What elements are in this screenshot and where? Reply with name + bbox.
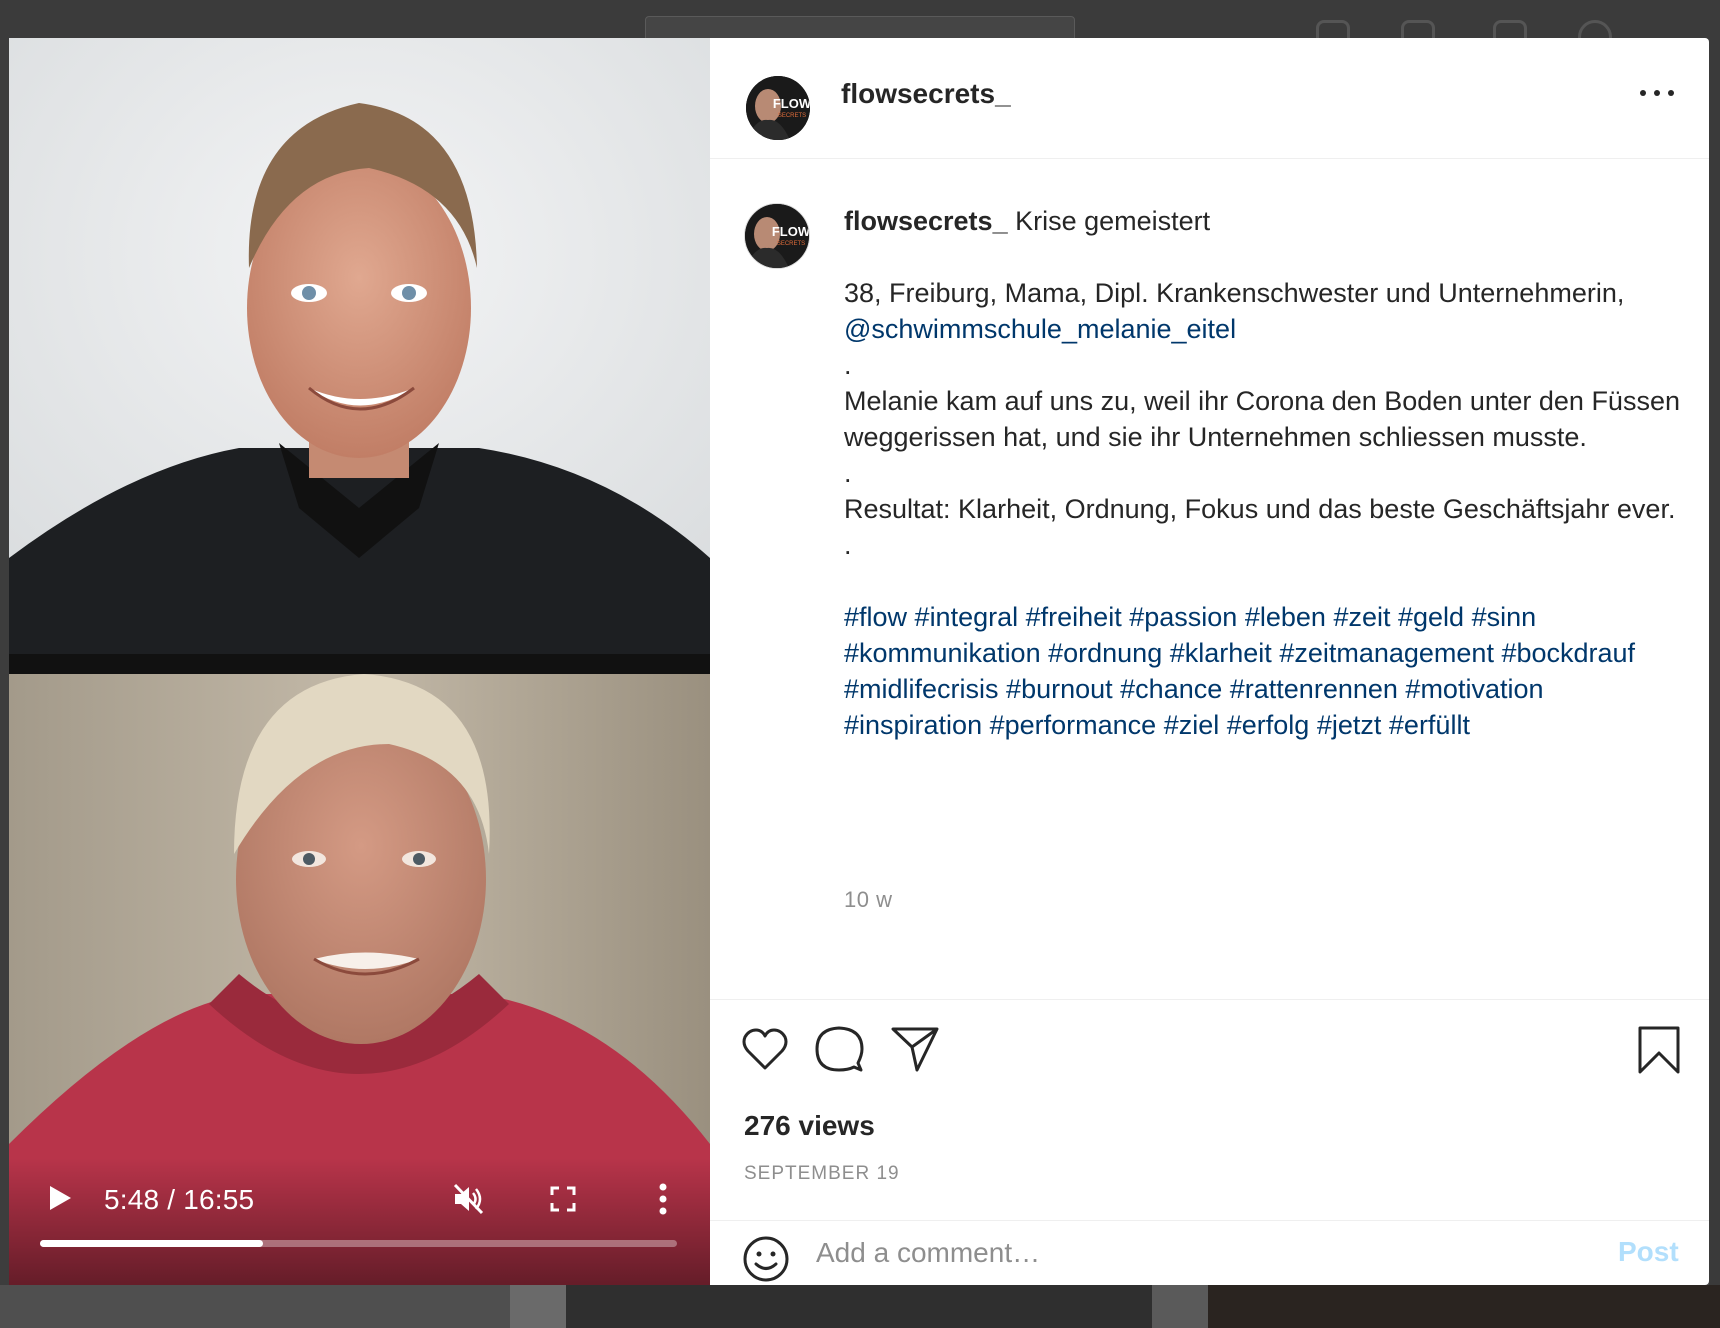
view-count[interactable]: 276 views [744, 1110, 875, 1142]
background-thumbnail [1152, 1285, 1208, 1328]
muted-speaker-icon[interactable] [451, 1182, 485, 1216]
video-progress-fill [40, 1240, 263, 1247]
hashtag-link[interactable]: #rattenrennen [1230, 674, 1398, 704]
hashtag-link[interactable]: #geld [1398, 602, 1464, 632]
hashtag-link[interactable]: #midlifecrisis [844, 674, 999, 704]
background-left-strip [0, 40, 9, 1285]
fullscreen-icon[interactable] [550, 1186, 576, 1212]
hashtag-link[interactable]: #leben [1245, 602, 1326, 632]
background-thumbnail [0, 1285, 510, 1328]
post-date: SEPTEMBER 19 [744, 1163, 900, 1184]
background-thumbnail [1208, 1285, 1720, 1328]
comment-input[interactable] [814, 1231, 1508, 1275]
caption-time-ago[interactable]: 10 w [844, 887, 892, 913]
post-details-panel: FLOW SECRETS flowsecrets_ FLOW SECRETS f… [710, 38, 1709, 1285]
caption-separator: . [844, 350, 852, 380]
post-actions: 276 views SEPTEMBER 19 Post [710, 999, 1709, 1286]
caption-separator: . [844, 530, 852, 560]
more-options-icon[interactable] [1640, 86, 1674, 100]
hashtag-link[interactable]: #zeitmanagement [1279, 638, 1494, 668]
post-comment-button[interactable]: Post [1618, 1236, 1679, 1268]
caption-separator: . [844, 458, 852, 488]
caption-text: flowsecrets_ Krise gemeistert 38, Freibu… [844, 203, 1684, 743]
hashtag-link[interactable]: #ziel [1164, 710, 1220, 740]
hashtag-link[interactable]: #bockdrauf [1501, 638, 1635, 668]
hashtag-link[interactable]: #kommunikation [844, 638, 1041, 668]
avatar-logo-text: FLOW [772, 224, 809, 239]
background-right-strip [1709, 40, 1720, 1285]
caption-mention-link[interactable]: @schwimmschule_melanie_eitel [844, 311, 1684, 347]
hashtag-link[interactable]: #inspiration [844, 710, 982, 740]
avatar[interactable]: FLOW SECRETS [744, 203, 810, 269]
hashtag-link[interactable]: #freiheit [1026, 602, 1122, 632]
bookmark-icon[interactable] [1637, 1025, 1681, 1080]
hashtag-link[interactable]: #sinn [1472, 602, 1537, 632]
hashtag-link[interactable]: #burnout [1006, 674, 1113, 704]
video-time: 5:48 / 16:55 [104, 1184, 255, 1215]
video-player[interactable]: 5:48 / 16:55 [9, 38, 710, 1285]
avatar[interactable]: FLOW SECRETS [746, 76, 810, 140]
hashtag-link[interactable]: #performance [990, 710, 1157, 740]
hashtag-link[interactable]: #erfolg [1227, 710, 1310, 740]
emoji-icon[interactable] [742, 1235, 790, 1283]
hashtag-link[interactable]: #erfüllt [1389, 710, 1470, 740]
hashtag-link[interactable]: #klarheit [1170, 638, 1272, 668]
hashtag-link[interactable]: #zeit [1333, 602, 1390, 632]
post-caption: FLOW SECRETS flowsecrets_ Krise gemeiste… [710, 159, 1709, 999]
hashtag-link[interactable]: #jetzt [1317, 710, 1382, 740]
hashtag-link[interactable]: #flow [844, 602, 907, 632]
caption-hashtags: #flow #integral #freiheit #passion #lebe… [844, 599, 1684, 743]
comment-icon[interactable] [814, 1025, 864, 1078]
post-author-username[interactable]: flowsecrets_ [841, 78, 1011, 110]
hashtag-link[interactable]: #passion [1129, 602, 1237, 632]
post-modal: 5:48 / 16:55 FLOW SECRETS flowsecrets_ F… [9, 38, 1709, 1285]
background-thumbnail [566, 1285, 1152, 1328]
play-icon[interactable] [47, 1185, 73, 1211]
video-controls: 5:48 / 16:55 [9, 1158, 710, 1285]
host-portrait [9, 38, 710, 654]
heart-icon[interactable] [741, 1027, 789, 1076]
avatar-logo-text: FLOW [773, 96, 810, 111]
hashtag-link[interactable]: #integral [915, 602, 1019, 632]
avatar-logo-subtext: SECRETS [778, 113, 806, 119]
caption-line: 38, Freiburg, Mama, Dipl. Krankenschwest… [844, 278, 1625, 308]
comment-bar: Post [710, 1220, 1709, 1287]
caption-paragraph: Resultat: Klarheit, Ordnung, Fokus und d… [844, 494, 1676, 524]
share-icon[interactable] [890, 1026, 940, 1077]
background-thumbnail [510, 1285, 566, 1328]
vertical-dots-icon[interactable] [657, 1182, 669, 1216]
video-frame-host [9, 38, 710, 654]
post-header: FLOW SECRETS flowsecrets_ [710, 38, 1709, 159]
hashtag-link[interactable]: #chance [1120, 674, 1222, 704]
caption-paragraph: Melanie kam auf uns zu, weil ihr Corona … [844, 386, 1680, 452]
hashtag-link[interactable]: #motivation [1405, 674, 1543, 704]
avatar-logo-subtext: SECRETS [777, 241, 805, 247]
caption-username[interactable]: flowsecrets_ [844, 206, 1008, 236]
caption-title: Krise gemeistert [1015, 206, 1211, 236]
video-progress-bar[interactable] [40, 1240, 677, 1247]
hashtag-link[interactable]: #ordnung [1048, 638, 1162, 668]
